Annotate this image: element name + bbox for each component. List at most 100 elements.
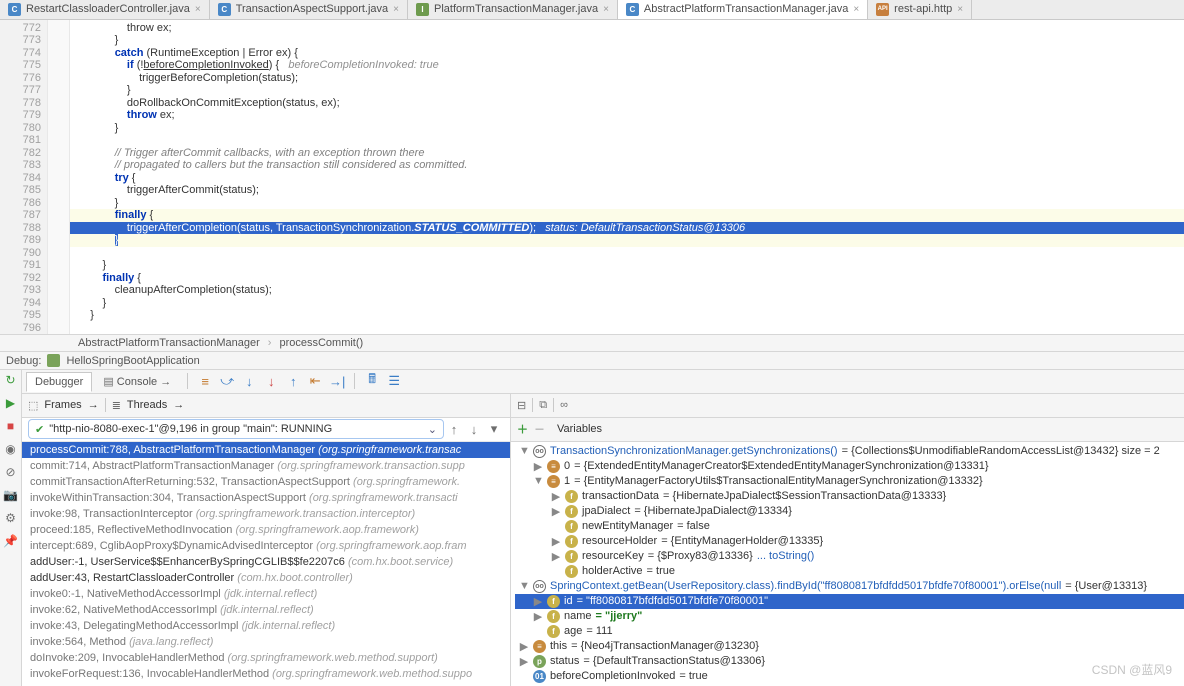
editor-tab[interactable]: CTransactionAspectSupport.java× (210, 0, 408, 19)
evaluate-expression-icon[interactable]: 🖩 (364, 373, 380, 389)
file-type-icon: C (8, 3, 21, 16)
tab-label: rest-api.http (894, 3, 952, 15)
drop-frame-icon[interactable]: ⇤ (307, 373, 323, 389)
breadcrumb-method[interactable]: processCommit() (279, 337, 363, 349)
stack-icon[interactable]: ⊟ (517, 399, 526, 412)
code-area[interactable]: throw ex; } catch (RuntimeException | Er… (70, 20, 1184, 335)
debugger-tab[interactable]: Debugger (26, 372, 92, 392)
pin-icon[interactable]: 📌 (4, 534, 18, 548)
view-breakpoints-icon[interactable]: ◉ (4, 442, 18, 456)
glasses-icon: oo (533, 445, 546, 458)
selected-variable[interactable]: ▶fid = "ff8080817bfdfdd5017bfdfe70f80001… (515, 594, 1184, 609)
copy-icon[interactable]: ⧉ (539, 399, 547, 412)
resume-icon[interactable]: ▶ (4, 396, 18, 410)
variables-label: Variables (557, 423, 602, 435)
stack-frame[interactable]: addUser:-1, UserService$$EnhancerBySprin… (22, 554, 510, 570)
threads-icon: ≣ (112, 399, 121, 412)
debug-side-toolbar: ↻ ▶ ■ ◉ ⊘ 📷 ⚙ 📌 (0, 370, 22, 686)
dropdown-icon: ⌄ (428, 423, 437, 436)
stack-frame[interactable]: invoke:98, TransactionInterceptor (org.s… (22, 506, 510, 522)
editor-tab[interactable]: API rest-api.http × (868, 0, 972, 19)
field-icon: f (547, 625, 560, 638)
mute-breakpoints-icon[interactable]: ⊘ (4, 465, 18, 479)
force-step-into-icon[interactable]: ↓ (263, 373, 279, 389)
console-tab[interactable]: ▤ Console → (94, 371, 180, 392)
variables-pane: ⊟ ⧉ ∞ ＋ － Variables ▼ooTransactionSynchr… (511, 394, 1184, 686)
stack-frame[interactable]: intercept:689, CglibAopProxy$DynamicAdvi… (22, 538, 510, 554)
field-icon: f (565, 550, 578, 563)
close-icon[interactable]: × (603, 4, 609, 15)
field-icon: f (565, 490, 578, 503)
debug-label: Debug: (6, 355, 41, 367)
breadcrumb-class[interactable]: AbstractPlatformTransactionManager (78, 337, 260, 349)
debug-panel: ↻ ▶ ■ ◉ ⊘ 📷 ⚙ 📌 Debugger ▤ Console → ≡ ⤻… (0, 370, 1184, 686)
run-to-cursor-icon[interactable]: →| (329, 373, 345, 389)
frames-label[interactable]: Frames (44, 399, 81, 411)
param-icon: p (533, 655, 546, 668)
field-icon: f (565, 565, 578, 578)
stack-frame[interactable]: commitTransactionAfterReturning:532, Tra… (22, 474, 510, 490)
file-type-icon: C (218, 3, 231, 16)
thread-selector[interactable]: ✔ "http-nio-8080-exec-1"@9,196 in group … (28, 419, 444, 439)
threads-label[interactable]: Threads (127, 399, 167, 411)
stack-frame[interactable]: addUser:43, RestartClassloaderController… (22, 570, 510, 586)
breadcrumb[interactable]: AbstractPlatformTransactionManager › pro… (0, 334, 1184, 352)
debug-tool-tabs: Debugger ▤ Console → ≡ ⤻ ↓ ↓ ↑ ⇤ →| 🖩 ☰ (22, 370, 1184, 394)
bool-icon: 01 (533, 670, 546, 683)
filter-icon[interactable]: ▾ (486, 421, 502, 437)
stack-frame[interactable]: processCommit:788, AbstractPlatformTrans… (22, 442, 510, 458)
rerun-icon[interactable]: ↻ (4, 373, 18, 387)
field-icon: f (547, 595, 560, 608)
prev-frame-icon[interactable]: ↑ (446, 421, 462, 437)
variables-tree[interactable]: ▼ooTransactionSynchronizationManager.get… (511, 442, 1184, 686)
editor-tab[interactable]: C RestartClassloaderController.java × (0, 0, 210, 19)
run-config-name[interactable]: HelloSpringBootApplication (66, 355, 199, 367)
tab-label: RestartClassloaderController.java (26, 3, 190, 15)
add-watch-icon[interactable]: ＋ (517, 421, 528, 437)
debug-header: Debug: HelloSpringBootApplication (0, 352, 1184, 370)
close-icon[interactable]: × (393, 4, 399, 15)
stack-frame[interactable]: proceed:185, ReflectiveMethodInvocation … (22, 522, 510, 538)
frames-list[interactable]: processCommit:788, AbstractPlatformTrans… (22, 442, 510, 686)
step-over-icon[interactable]: ⤻ (219, 373, 235, 389)
trace-icon[interactable]: ☰ (386, 373, 402, 389)
settings-icon[interactable]: ⚙ (4, 511, 18, 525)
stack-frame[interactable]: invoke:62, NativeMethodAccessorImpl (jdk… (22, 602, 510, 618)
object-icon: ≡ (547, 460, 560, 473)
remove-watch-icon[interactable]: － (534, 421, 545, 437)
file-type-icon: API (876, 3, 889, 16)
thread-name: "http-nio-8080-exec-1"@9,196 in group "m… (49, 423, 332, 435)
stack-frame[interactable]: invoke0:-1, NativeMethodAccessorImpl (jd… (22, 586, 510, 602)
field-icon: f (547, 610, 560, 623)
stack-frame[interactable]: invoke:43, DelegatingMethodAccessorImpl … (22, 618, 510, 634)
editor-tab[interactable]: CAbstractPlatformTransactionManager.java… (618, 0, 868, 19)
field-icon: f (565, 520, 578, 533)
fold-column (48, 20, 70, 335)
file-type-icon: I (416, 3, 429, 16)
editor-tab[interactable]: IPlatformTransactionManager.java× (408, 0, 618, 19)
close-icon[interactable]: × (957, 4, 963, 15)
stack-frame[interactable]: invoke:564, Method (java.lang.reflect) (22, 634, 510, 650)
stack-frame[interactable]: invokeForRequest:136, InvocableHandlerMe… (22, 666, 510, 682)
camera-icon[interactable]: 📷 (4, 488, 18, 502)
field-icon: f (565, 535, 578, 548)
stack-frame[interactable]: doInvoke:209, InvocableHandlerMethod (or… (22, 650, 510, 666)
next-frame-icon[interactable]: ↓ (466, 421, 482, 437)
field-icon: f (565, 505, 578, 518)
check-icon: ✔ (35, 423, 44, 436)
show-execution-point-icon[interactable]: ≡ (197, 373, 213, 389)
bug-icon (47, 354, 60, 367)
step-out-icon[interactable]: ↑ (285, 373, 301, 389)
chevron-right-icon: › (268, 337, 272, 349)
file-type-icon: C (626, 3, 639, 16)
link-icon[interactable]: ∞ (560, 399, 568, 411)
stack-frame[interactable]: commit:714, AbstractPlatformTransactionM… (22, 458, 510, 474)
line-number-gutter: 7727737747757767777787797807817827837847… (0, 20, 48, 335)
frames-icon: ⬚ (28, 399, 38, 412)
close-icon[interactable]: × (853, 4, 859, 15)
editor-tabs: CRestartClassloaderController.java×CTran… (0, 0, 1184, 20)
close-icon[interactable]: × (195, 4, 201, 15)
step-into-icon[interactable]: ↓ (241, 373, 257, 389)
stop-icon[interactable]: ■ (4, 419, 18, 433)
stack-frame[interactable]: invokeWithinTransaction:304, Transaction… (22, 490, 510, 506)
